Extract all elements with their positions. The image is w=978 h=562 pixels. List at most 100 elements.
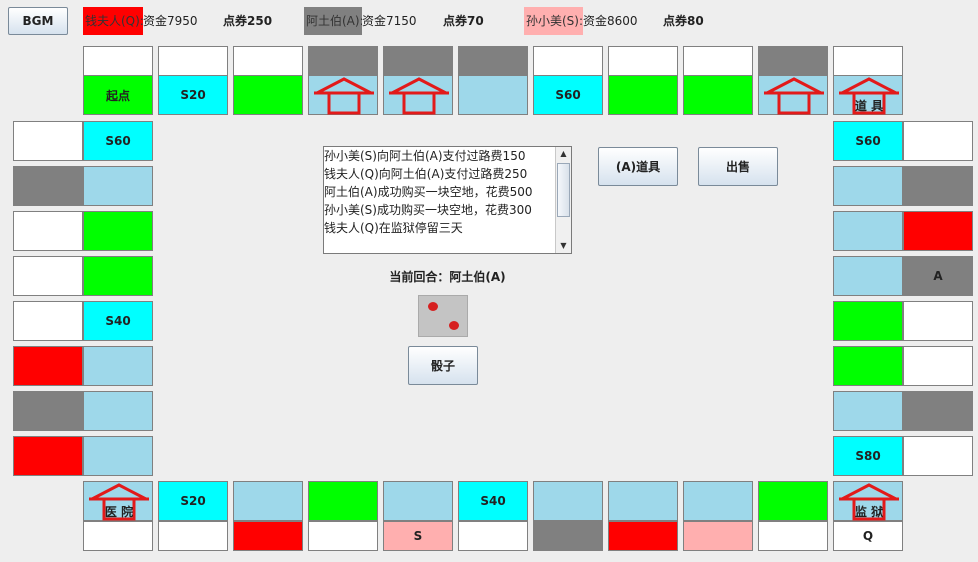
tile-owner-right[interactable] <box>903 346 973 386</box>
tile-right[interactable]: S60 <box>833 121 903 161</box>
house-icon <box>309 76 379 116</box>
house-icon: 道 具 <box>834 76 904 116</box>
tile-top[interactable]: S60 <box>533 75 603 115</box>
tile-left[interactable] <box>83 346 153 386</box>
tile-owner-right[interactable] <box>903 211 973 251</box>
tile-bottom[interactable] <box>608 481 678 521</box>
tile-bottom[interactable]: S40 <box>458 481 528 521</box>
tile-top[interactable]: S20 <box>158 75 228 115</box>
tile-bottom[interactable] <box>683 481 753 521</box>
tile-right[interactable] <box>833 166 903 206</box>
tile-owner-bottom[interactable]: S <box>383 521 453 551</box>
tile-owner-left[interactable] <box>13 301 83 341</box>
tile-bottom[interactable] <box>233 481 303 521</box>
tile-owner-bottom[interactable] <box>533 521 603 551</box>
tile-label: 起点 <box>105 88 130 103</box>
house-icon: 监 狱 <box>834 482 904 522</box>
tile-label: S40 <box>105 314 131 328</box>
tile-right[interactable]: S80 <box>833 436 903 476</box>
tile-right[interactable] <box>833 391 903 431</box>
tile-top[interactable] <box>458 75 528 115</box>
tile-top[interactable]: 起点 <box>83 75 153 115</box>
tile-bottom[interactable] <box>533 481 603 521</box>
sell-button[interactable]: 出售 <box>698 147 778 186</box>
tile-owner-top[interactable] <box>608 46 678 76</box>
tile-owner-bottom[interactable] <box>308 521 378 551</box>
tile-label: 道 具 <box>854 99 884 113</box>
tile-owner-top[interactable] <box>158 46 228 76</box>
tile-owner-right[interactable] <box>903 121 973 161</box>
tile-owner-left[interactable] <box>13 211 83 251</box>
tile-top[interactable] <box>383 75 453 115</box>
tile-owner-top[interactable] <box>833 46 903 76</box>
tile-owner-left[interactable] <box>13 256 83 296</box>
tile-owner-right[interactable] <box>903 436 973 476</box>
tile-bottom[interactable] <box>758 481 828 521</box>
tile-owner-right[interactable]: A <box>903 256 973 296</box>
tile-left[interactable]: S40 <box>83 301 153 341</box>
tile-left[interactable] <box>83 391 153 431</box>
tile-owner-left[interactable] <box>13 121 83 161</box>
tile-owner-left[interactable] <box>13 346 83 386</box>
tile-owner-left[interactable] <box>13 391 83 431</box>
tile-bottom[interactable]: S20 <box>158 481 228 521</box>
tile-owner-top[interactable] <box>383 46 453 76</box>
tile-top[interactable] <box>233 75 303 115</box>
tile-left[interactable]: S60 <box>83 121 153 161</box>
tile-label: A <box>933 269 943 283</box>
tile-bottom[interactable] <box>308 481 378 521</box>
scroll-thumb[interactable] <box>557 163 570 217</box>
tile-owner-right[interactable] <box>903 166 973 206</box>
event-log[interactable]: 孙小美(S)向阿土伯(A)支付过路费150 钱夫人(Q)向阿土伯(A)支付过路费2… <box>323 146 572 254</box>
tile-left[interactable] <box>83 256 153 296</box>
tile-owner-bottom[interactable] <box>758 521 828 551</box>
tile-owner-top[interactable] <box>533 46 603 76</box>
tile-owner-right[interactable] <box>903 391 973 431</box>
tile-right[interactable] <box>833 256 903 296</box>
tile-owner-left[interactable] <box>13 436 83 476</box>
scroll-up-icon[interactable]: ▲ <box>556 147 571 161</box>
tile-owner-bottom[interactable] <box>233 521 303 551</box>
tile-top[interactable] <box>683 75 753 115</box>
tile-right[interactable] <box>833 301 903 341</box>
house-icon <box>759 76 829 116</box>
tile-left[interactable] <box>83 436 153 476</box>
tile-owner-top[interactable] <box>458 46 528 76</box>
tile-right[interactable] <box>833 211 903 251</box>
tile-label: S40 <box>480 494 506 508</box>
tile-owner-top[interactable] <box>683 46 753 76</box>
dice-face <box>418 295 468 337</box>
roll-dice-button[interactable]: 骰子 <box>408 346 478 385</box>
tile-owner-bottom[interactable]: Q <box>833 521 903 551</box>
tile-left[interactable] <box>83 211 153 251</box>
tile-top[interactable] <box>308 75 378 115</box>
tile-owner-bottom[interactable] <box>158 521 228 551</box>
log-line: 阿土伯(A)成功购买一块空地，花费500 <box>324 185 533 199</box>
tile-top[interactable] <box>758 75 828 115</box>
tile-owner-bottom[interactable] <box>83 521 153 551</box>
tile-owner-top[interactable] <box>83 46 153 76</box>
bgm-button[interactable]: BGM <box>8 7 68 35</box>
player-points: 点券70 <box>443 14 484 28</box>
tile-left[interactable] <box>83 166 153 206</box>
props-button[interactable]: (A)道具 <box>598 147 678 186</box>
tile-owner-bottom[interactable] <box>608 521 678 551</box>
tile-bottom[interactable]: 医 院 <box>83 481 153 521</box>
player-points: 点券80 <box>663 14 704 28</box>
tile-owner-top[interactable] <box>233 46 303 76</box>
tile-bottom[interactable]: 监 狱 <box>833 481 903 521</box>
tile-bottom[interactable] <box>383 481 453 521</box>
event-log-lines: 孙小美(S)向阿土伯(A)支付过路费150 钱夫人(Q)向阿土伯(A)支付过路费2… <box>324 147 571 237</box>
log-scrollbar[interactable]: ▲ ▼ <box>555 147 571 253</box>
tile-owner-right[interactable] <box>903 301 973 341</box>
tile-owner-top[interactable] <box>308 46 378 76</box>
tile-owner-bottom[interactable] <box>683 521 753 551</box>
tile-right[interactable] <box>833 346 903 386</box>
tile-owner-bottom[interactable] <box>458 521 528 551</box>
player-points: 点券250 <box>223 14 273 28</box>
tile-top[interactable] <box>608 75 678 115</box>
tile-owner-left[interactable] <box>13 166 83 206</box>
tile-top[interactable]: 道 具 <box>833 75 903 115</box>
scroll-down-icon[interactable]: ▼ <box>556 239 571 253</box>
tile-owner-top[interactable] <box>758 46 828 76</box>
